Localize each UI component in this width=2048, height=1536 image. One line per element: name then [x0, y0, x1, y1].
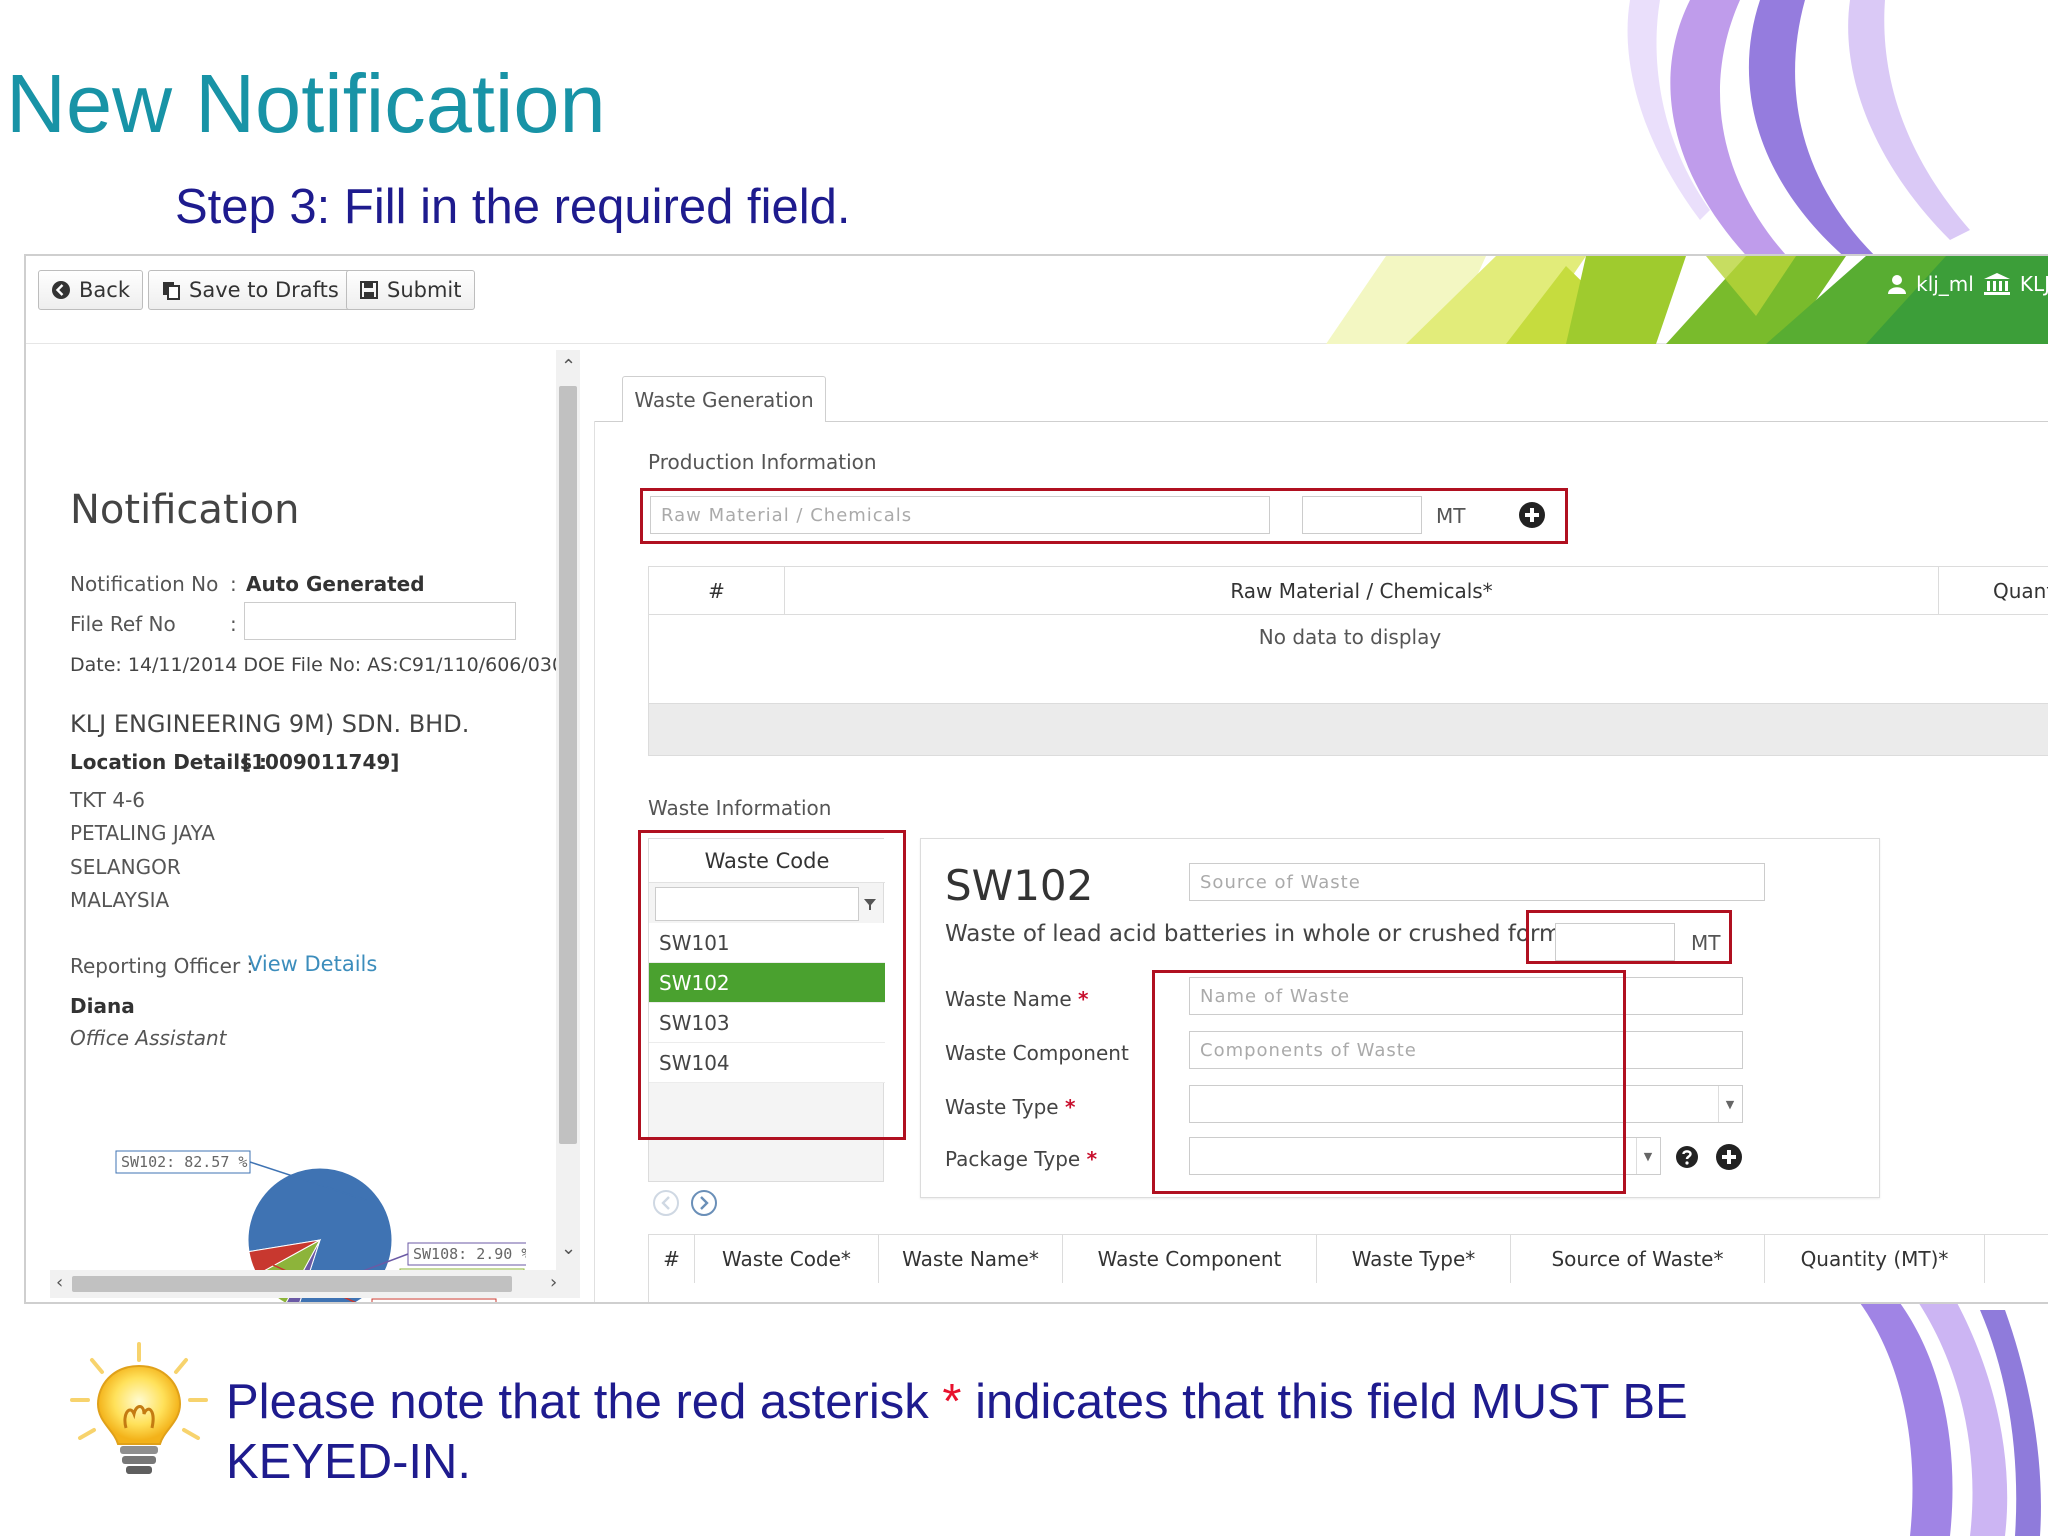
- chevron-down-icon[interactable]: ▼: [1636, 1138, 1660, 1174]
- add-circle-icon[interactable]: [1518, 501, 1546, 529]
- highlight-box: [1526, 910, 1732, 964]
- pie-slice-label: SW102: 82.57 %: [121, 1153, 247, 1171]
- back-label: Back: [79, 278, 130, 302]
- file-ref-separator: :: [230, 612, 237, 636]
- grid-header-cell[interactable]: Waste Component: [1063, 1235, 1317, 1283]
- pie-slice-label: SW108: 2.90 %: [413, 1245, 526, 1263]
- notification-no-label: Notification No: [70, 572, 219, 596]
- address-line: SELANGOR: [70, 855, 181, 879]
- required-asterisk: *: [1078, 987, 1089, 1011]
- user-info: klj_ml KLJ: [1888, 272, 2048, 296]
- raw-material-grid: # Raw Material / Chemicals* Quantity No …: [648, 566, 2048, 756]
- mt-unit-label: MT: [1436, 504, 1466, 528]
- no-data-message: No data to display: [1258, 625, 1442, 649]
- waste-description: Waste of lead acid batteries in whole or…: [945, 921, 1562, 947]
- notification-heading: Notification: [70, 487, 300, 533]
- help-icon[interactable]: [1675, 1145, 1699, 1169]
- pie-slice-label: SW103: 5.45 %: [377, 1301, 494, 1304]
- highlight-box: [1152, 970, 1626, 1194]
- slide-step-instruction: Step 3: Fill in the required field.: [175, 180, 851, 234]
- address-line: MALAYSIA: [70, 888, 170, 912]
- submit-label: Submit: [387, 278, 462, 302]
- scroll-left-icon[interactable]: ‹: [56, 1274, 63, 1292]
- waste-information-label: Waste Information: [648, 796, 832, 820]
- highlight-box: [638, 830, 906, 1140]
- grid-header-cell[interactable]: Quantity (MT)*: [1765, 1235, 1985, 1283]
- user-name[interactable]: klj_ml: [1916, 272, 1974, 296]
- required-field-note: Please note that the red asterisk * indi…: [226, 1375, 1688, 1489]
- grid-header-cell[interactable]: #: [649, 567, 785, 615]
- notification-no-separator: :: [230, 572, 237, 596]
- lightbulb-icon: [70, 1342, 208, 1474]
- officer-title: Office Assistant: [70, 1026, 227, 1050]
- tab-body-border: [594, 421, 595, 1302]
- selected-waste-code: SW102: [945, 861, 1094, 910]
- add-circle-icon[interactable]: [1715, 1143, 1743, 1171]
- grid-header: # Raw Material / Chemicals* Quantity: [649, 567, 2048, 615]
- address-line: PETALING JAYA: [70, 821, 215, 845]
- scrollbar-thumb[interactable]: [72, 1276, 512, 1292]
- bank-icon: [1983, 273, 2010, 295]
- notification-summary-panel: Notification Notification No : Auto Gene…: [26, 350, 580, 1304]
- scroll-down-icon[interactable]: ⌄: [561, 1240, 576, 1258]
- grid-header-cell[interactable]: Waste Type*: [1317, 1235, 1511, 1283]
- grid-header-cell[interactable]: Waste Name*: [879, 1235, 1063, 1283]
- required-asterisk: *: [1064, 1095, 1076, 1119]
- package-type-label: Package Type *: [945, 1147, 1098, 1171]
- raw-material-quantity-input[interactable]: [1302, 496, 1422, 534]
- scrollbar-thumb[interactable]: [559, 386, 577, 1144]
- ribbon-decoration-bottom: [1850, 1290, 2041, 1536]
- notification-no-value: Auto Generated: [246, 572, 425, 596]
- waste-list-pager: [653, 1190, 717, 1216]
- date-and-doe-file-no: Date: 14/11/2014 DOE File No: AS:C91/110…: [70, 654, 565, 676]
- tab-waste-generation[interactable]: Waste Generation: [622, 376, 826, 422]
- grid-header-cell[interactable]: Waste Code*: [695, 1235, 879, 1283]
- waste-component-label: Waste Component: [945, 1041, 1129, 1065]
- save-to-drafts-button[interactable]: Save to Drafts: [148, 270, 352, 310]
- grid-footer: [649, 703, 2048, 755]
- header-banner-graphic: [1326, 256, 2048, 344]
- scroll-right-icon[interactable]: ›: [550, 1274, 557, 1292]
- slide-title: New Notification: [6, 57, 606, 150]
- grid-header-cell[interactable]: Raw Material / Chemicals*: [785, 567, 1939, 615]
- previous-page-icon[interactable]: [653, 1190, 679, 1216]
- back-button[interactable]: Back: [38, 270, 143, 310]
- location-details-value: [1009011749]: [242, 750, 400, 774]
- location-details-label: Location Details :: [70, 750, 267, 774]
- toolbar: Back Save to Drafts Submit klj_ml KLJ: [26, 256, 2048, 344]
- floppy-disk-icon: [360, 281, 378, 299]
- app-window: Back Save to Drafts Submit klj_ml KLJ No…: [24, 254, 2048, 1304]
- officer-name: Diana: [70, 994, 135, 1018]
- main-content: Waste Generation Production Information …: [594, 350, 2048, 1302]
- view-details-link[interactable]: View Details: [248, 954, 377, 975]
- file-ref-label: File Ref No: [70, 612, 176, 636]
- production-information-label: Production Information: [648, 450, 877, 474]
- reporting-officer-label: Reporting Officer :: [70, 954, 254, 978]
- scroll-up-icon[interactable]: ⌃: [561, 358, 576, 376]
- arrow-left-circle-icon: [52, 281, 70, 299]
- source-of-waste-input[interactable]: Source of Waste: [1189, 863, 1765, 901]
- copy-icon: [163, 282, 180, 300]
- grid-header-cell[interactable]: #: [649, 1235, 695, 1283]
- note-asterisk: *: [942, 1375, 962, 1429]
- waste-grid: # Waste Code* Waste Name* Waste Componen…: [648, 1234, 2048, 1302]
- grid-header-cell[interactable]: Source of Waste*: [1511, 1235, 1765, 1283]
- organization-name[interactable]: KLJ: [2020, 272, 2048, 296]
- address-line: TKT 4-6: [70, 788, 146, 812]
- user-icon: [1888, 275, 1907, 294]
- next-page-icon[interactable]: [691, 1190, 717, 1216]
- grid-header-cell[interactable]: Quantity: [1939, 567, 2048, 615]
- left-panel-horizontal-scrollbar[interactable]: ‹ ›: [50, 1270, 580, 1298]
- required-asterisk: *: [1086, 1147, 1098, 1171]
- raw-material-input[interactable]: Raw Material / Chemicals: [650, 496, 1270, 534]
- submit-button[interactable]: Submit: [346, 270, 475, 310]
- waste-type-label: Waste Type *: [945, 1095, 1076, 1119]
- chevron-down-icon[interactable]: ▼: [1718, 1086, 1742, 1122]
- left-panel-vertical-scrollbar[interactable]: ⌃ ⌄: [556, 350, 580, 1270]
- save-to-drafts-label: Save to Drafts: [189, 278, 339, 302]
- company-name: KLJ ENGINEERING 9M) SDN. BHD.: [70, 710, 470, 738]
- file-ref-input[interactable]: [244, 602, 516, 640]
- waste-name-label: Waste Name *: [945, 987, 1089, 1011]
- ribbon-decoration-top: [1627, 0, 1970, 270]
